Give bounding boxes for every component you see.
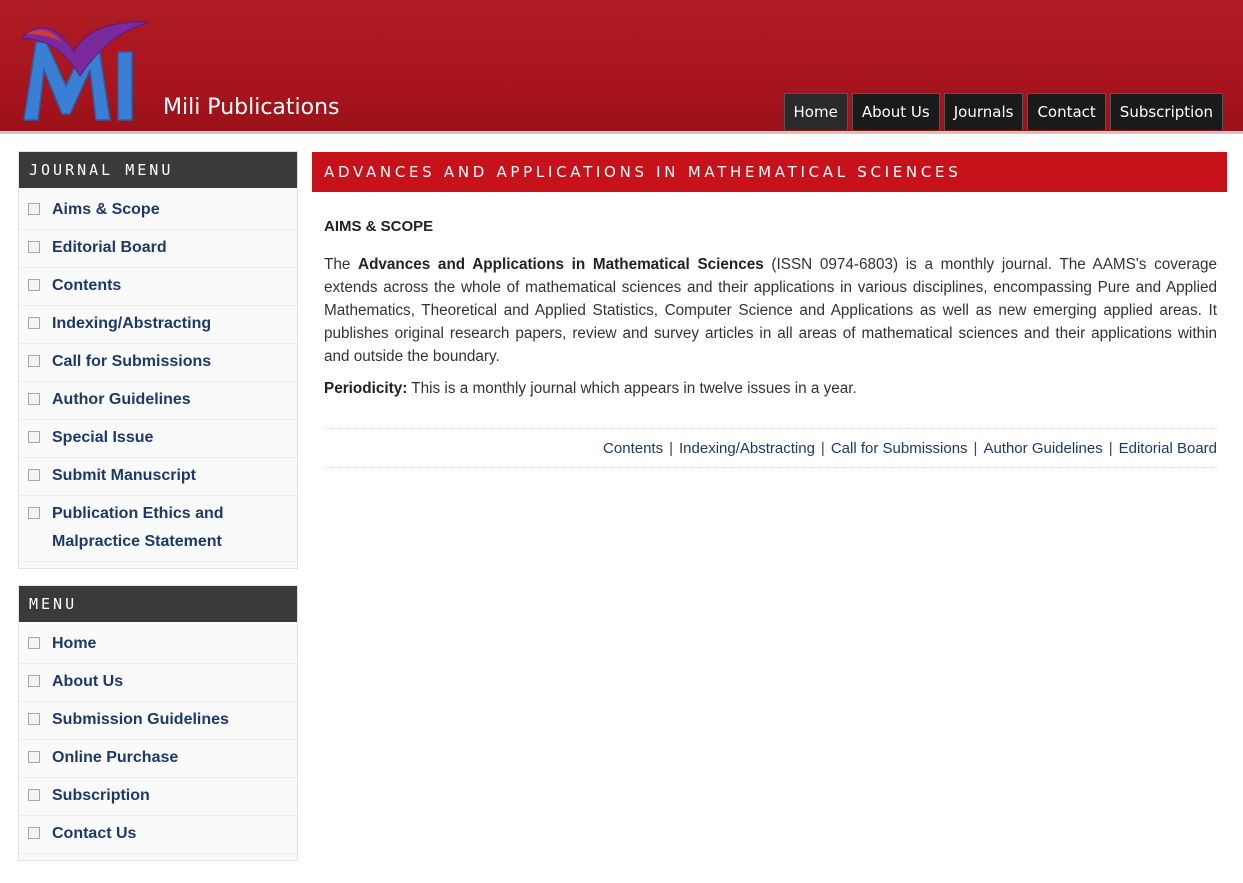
section-title: AIMS & SCOPE	[324, 218, 434, 235]
nav-contact[interactable]: Contact	[1027, 93, 1106, 130]
bullet-icon	[28, 279, 40, 291]
bullet-icon	[28, 751, 40, 763]
link-separator: |	[820, 439, 825, 457]
menu-item-contact-us[interactable]: Contact Us	[19, 816, 297, 854]
menu-item-label: Editorial Board	[52, 239, 167, 256]
journal-menu-list: Aims & Scope Editorial Board Contents In…	[19, 188, 297, 568]
bullet-icon	[28, 827, 40, 839]
bullet-icon	[28, 393, 40, 405]
menu-item-label: Submit Manuscript	[52, 467, 197, 484]
journal-menu-item-aims-scope[interactable]: Aims & Scope	[19, 192, 297, 230]
link-contents[interactable]: Contents	[603, 440, 663, 457]
quick-links: Contents | Indexing/Abstracting | Call f…	[324, 428, 1217, 468]
bullet-icon	[28, 203, 40, 215]
journal-menu-item-submit-manuscript[interactable]: Submit Manuscript	[19, 458, 297, 496]
bullet-icon	[28, 789, 40, 801]
bullet-icon	[28, 469, 40, 481]
periodicity-label: Periodicity:	[324, 380, 408, 397]
link-editorial-board[interactable]: Editorial Board	[1119, 440, 1217, 457]
bullet-icon	[28, 317, 40, 329]
periodicity-paragraph: Periodicity: This is a monthly journal w…	[324, 380, 1217, 398]
menu-item-label: Online Purchase	[52, 749, 179, 766]
nav-home[interactable]: Home	[783, 93, 848, 130]
menu-item-label: Author Guidelines	[52, 391, 191, 408]
bullet-icon	[28, 713, 40, 725]
link-call-for-submissions[interactable]: Call for Submissions	[831, 440, 968, 457]
site-menu-heading: MENU	[19, 586, 297, 622]
site-header: Mili Publications Home About Us Journals…	[0, 0, 1243, 134]
aims-scope-paragraph: The Advances and Applications in Mathema…	[324, 253, 1217, 368]
site-menu-list: Home About Us Submission Guidelines Onli…	[19, 622, 297, 860]
main-nav: Home About Us Journals Contact Subscript…	[783, 93, 1223, 130]
bullet-icon	[28, 355, 40, 367]
link-indexing[interactable]: Indexing/Abstracting	[679, 440, 815, 457]
main-content: ADVANCES AND APPLICATIONS IN MATHEMATICA…	[312, 152, 1227, 468]
menu-item-label: About Us	[52, 673, 124, 690]
bullet-icon	[28, 431, 40, 443]
link-separator: |	[669, 439, 673, 457]
menu-item-label: Subscription	[52, 787, 150, 804]
content-body: AIMS & SCOPE The Advances and Applicatio…	[312, 218, 1227, 468]
journal-menu-item-call-for-submissions[interactable]: Call for Submissions	[19, 344, 297, 382]
intro-prefix: The	[324, 256, 359, 273]
menu-item-label: Publication Ethics and Malpractice State…	[52, 505, 224, 550]
menu-item-about-us[interactable]: About Us	[19, 664, 297, 702]
journal-menu: JOURNAL MENU Aims & Scope Editorial Boar…	[18, 151, 298, 569]
mili-logo[interactable]	[18, 12, 158, 124]
menu-item-label: Contact Us	[52, 825, 137, 842]
journal-menu-item-publication-ethics[interactable]: Publication Ethics and Malpractice State…	[19, 496, 297, 562]
menu-item-label: Call for Submissions	[52, 353, 212, 370]
journal-menu-heading: JOURNAL MENU	[19, 152, 297, 188]
journal-menu-item-editorial-board[interactable]: Editorial Board	[19, 230, 297, 268]
site-menu: MENU Home About Us Submission Guidelines…	[18, 585, 298, 861]
bullet-icon	[28, 507, 40, 519]
journal-menu-item-contents[interactable]: Contents	[19, 268, 297, 306]
menu-item-label: Contents	[52, 277, 122, 294]
sidebar: JOURNAL MENU Aims & Scope Editorial Boar…	[18, 151, 298, 877]
menu-item-home[interactable]: Home	[19, 626, 297, 664]
bullet-icon	[28, 241, 40, 253]
menu-item-label: Indexing/Abstracting	[52, 315, 212, 332]
journal-name: Advances and Applications in Mathematica…	[358, 256, 764, 273]
nav-journals[interactable]: Journals	[943, 93, 1024, 130]
menu-item-subscription[interactable]: Subscription	[19, 778, 297, 816]
menu-item-label: Aims & Scope	[52, 201, 160, 218]
link-separator: |	[973, 439, 978, 457]
link-author-guidelines[interactable]: Author Guidelines	[983, 440, 1102, 457]
link-separator: |	[1108, 439, 1113, 457]
menu-item-online-purchase[interactable]: Online Purchase	[19, 740, 297, 778]
journal-menu-item-author-guidelines[interactable]: Author Guidelines	[19, 382, 297, 420]
menu-item-submission-guidelines[interactable]: Submission Guidelines	[19, 702, 297, 740]
site-title[interactable]: Mili Publications	[163, 95, 340, 120]
nav-subscription[interactable]: Subscription	[1109, 93, 1223, 130]
periodicity-text: This is a monthly journal which appears …	[407, 380, 857, 397]
bullet-icon	[28, 637, 40, 649]
menu-item-label: Special Issue	[52, 429, 154, 446]
journal-menu-item-special-issue[interactable]: Special Issue	[19, 420, 297, 458]
menu-item-label: Submission Guidelines	[52, 711, 229, 728]
journal-title-bar: ADVANCES AND APPLICATIONS IN MATHEMATICA…	[312, 152, 1227, 192]
menu-item-label: Home	[52, 635, 97, 652]
nav-about-us[interactable]: About Us	[851, 93, 940, 130]
journal-menu-item-indexing[interactable]: Indexing/Abstracting	[19, 306, 297, 344]
bullet-icon	[28, 675, 40, 687]
